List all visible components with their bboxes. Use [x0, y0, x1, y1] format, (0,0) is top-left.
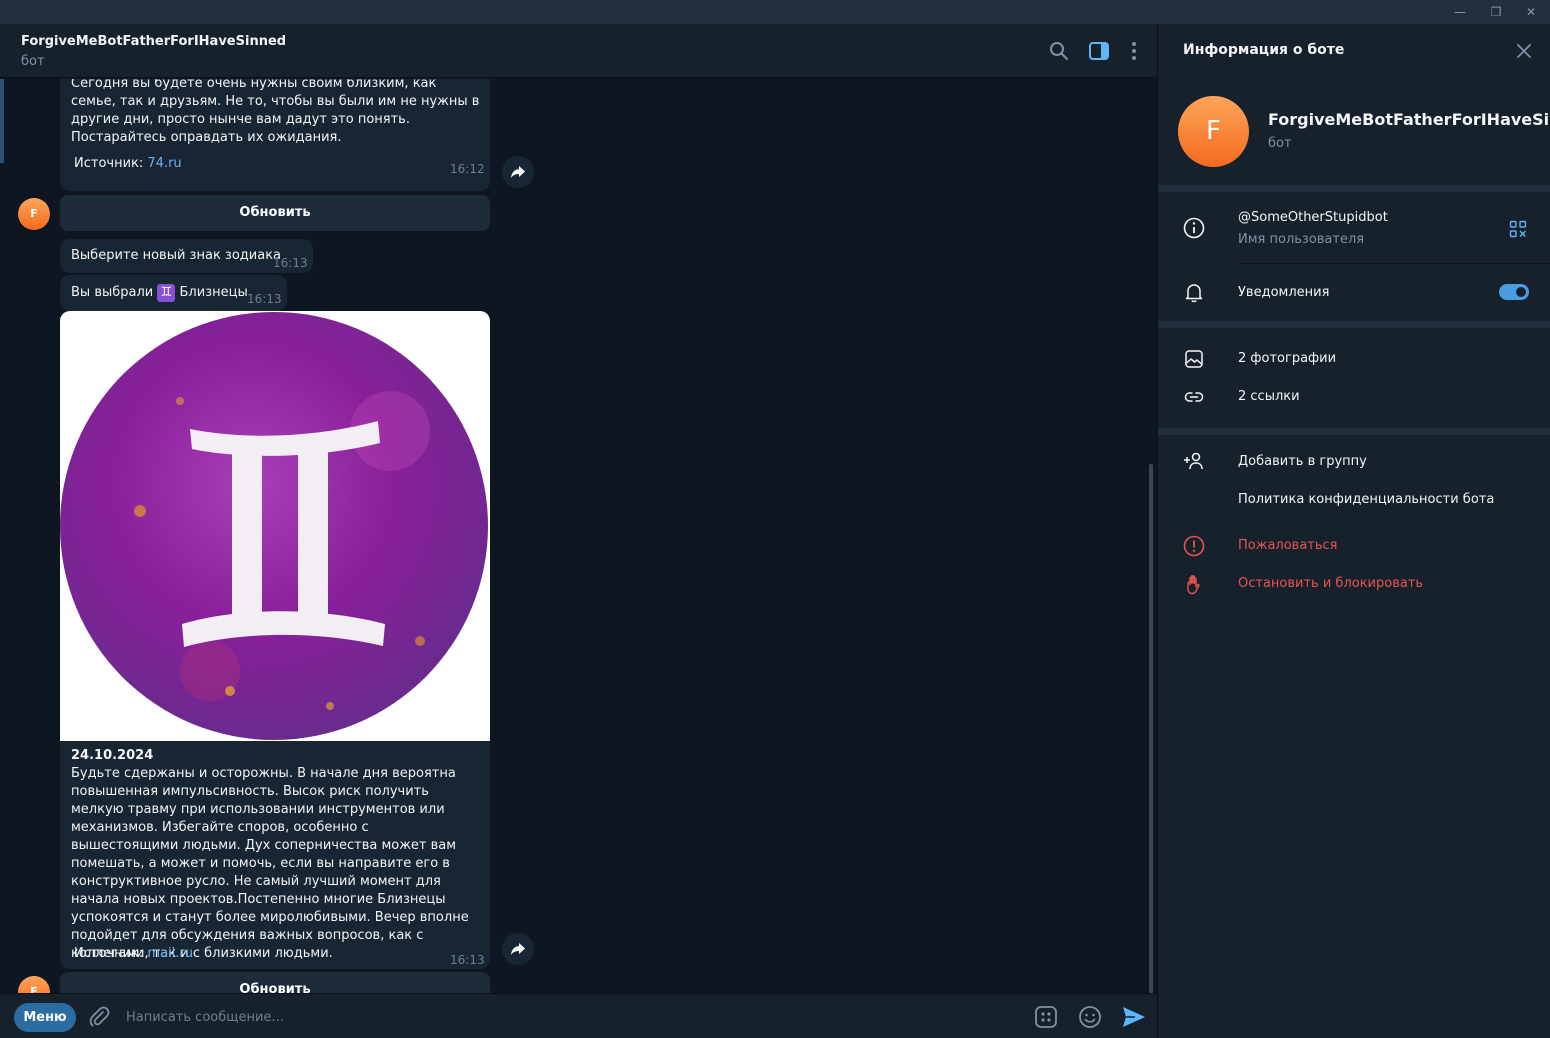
close-window-button[interactable]: ✕: [1518, 3, 1544, 21]
message-list[interactable]: Сегодня вы будете очень нужны своим близ…: [0, 79, 1157, 994]
bot-avatar[interactable]: F: [18, 976, 50, 994]
sidebar-toggle-icon[interactable]: [1088, 40, 1110, 62]
gemini-icon: ♊: [157, 284, 176, 302]
bot-avatar[interactable]: F: [18, 198, 50, 230]
refresh-button[interactable]: Обновить: [60, 972, 490, 994]
section-divider: [1158, 428, 1550, 435]
search-icon[interactable]: [1048, 40, 1070, 62]
source-link[interactable]: mail.ru: [147, 946, 193, 961]
zodiac-image[interactable]: [60, 311, 490, 741]
add-user-icon: [1184, 452, 1203, 470]
bot-menu-button[interactable]: Меню: [14, 1003, 76, 1032]
message-source: Источник: mail.ru: [74, 945, 193, 963]
chat-subtitle: бот: [21, 54, 45, 69]
row-separator: [1238, 263, 1550, 264]
attach-icon[interactable]: [86, 1004, 112, 1030]
add-to-group-item[interactable]: Добавить в группу: [1238, 454, 1367, 469]
photos-item[interactable]: 2 фотографии: [1238, 351, 1336, 366]
message-text: Вы выбрали ♊ Близнецы: [71, 284, 248, 302]
message-time: 16:13: [247, 292, 282, 306]
source-label: Источник:: [74, 156, 144, 171]
gemini-sign-illustration: [60, 312, 488, 740]
report-icon: [1183, 535, 1205, 557]
emoji-icon[interactable]: [1077, 1004, 1103, 1030]
report-item[interactable]: Пожаловаться: [1238, 538, 1338, 553]
section-divider: [1158, 321, 1550, 328]
section-divider: [1158, 185, 1550, 192]
link-icon: [1184, 392, 1204, 402]
photo-icon: [1185, 350, 1203, 368]
username-label: Имя пользователя: [1238, 232, 1365, 247]
info-icon: [1183, 217, 1205, 239]
message-input[interactable]: [126, 1004, 1006, 1030]
close-icon[interactable]: [1515, 42, 1533, 60]
window-titlebar: — ❐ ✕: [0, 0, 1550, 24]
notifications-label: Уведомления: [1238, 285, 1330, 300]
chat-title[interactable]: ForgiveMeBotFatherForIHaveSinned: [21, 34, 286, 49]
restore-button[interactable]: ❐: [1483, 3, 1509, 21]
refresh-button[interactable]: Обновить: [60, 195, 490, 231]
chat-header[interactable]: ForgiveMeBotFatherForIHaveSinned бот: [0, 24, 1157, 78]
privacy-policy-item[interactable]: Политика конфиденциальности бота: [1238, 492, 1494, 507]
stop-hand-icon: [1187, 575, 1200, 595]
more-menu-icon[interactable]: [1123, 40, 1145, 62]
message-text: Выберите новый знак зодиака: [71, 248, 282, 263]
message-bubble[interactable]: Вы выбрали ♊ Близнецы 16:13: [60, 275, 287, 311]
bot-username[interactable]: @SomeOtherStupidbot: [1238, 210, 1388, 225]
message-time: 16:12: [450, 162, 485, 176]
minimize-button[interactable]: —: [1447, 3, 1473, 21]
bot-profile-avatar[interactable]: F: [1178, 96, 1249, 167]
message-bubble[interactable]: Выберите новый знак зодиака 16:13: [60, 239, 313, 273]
message-time: 16:13: [450, 953, 485, 967]
chosen-prefix: Вы выбрали: [71, 285, 154, 300]
send-icon[interactable]: [1121, 1004, 1147, 1030]
qr-code-icon[interactable]: [1509, 220, 1527, 238]
notifications-toggle[interactable]: [1499, 284, 1529, 300]
share-icon[interactable]: [502, 933, 534, 965]
message-time: 16:13: [273, 256, 308, 270]
bell-icon: [1185, 284, 1203, 303]
message-bubble[interactable]: Сегодня вы будете очень нужны своим близ…: [60, 79, 490, 191]
panel-title: Информация о боте: [1183, 42, 1345, 58]
links-item[interactable]: 2 ссылки: [1238, 389, 1300, 404]
source-link[interactable]: 74.ru: [147, 156, 181, 171]
chat-area: ForgiveMeBotFatherForIHaveSinned бот Сег…: [0, 24, 1157, 1038]
photo-message[interactable]: 24.10.2024 Будьте сдержаны и осторожны. …: [60, 311, 490, 969]
horoscope-text: Будьте сдержаны и осторожны. В начале дн…: [71, 766, 469, 961]
block-item[interactable]: Остановить и блокировать: [1238, 576, 1423, 591]
bot-info-panel: Информация о боте F ForgiveMeBotFatherFo…: [1157, 24, 1550, 1038]
toggle-knob: [1514, 285, 1528, 299]
bot-status: бот: [1268, 136, 1292, 151]
horoscope-date: 24.10.2024: [71, 748, 154, 763]
source-label: Источник:: [74, 946, 144, 961]
message-source: Источник: 74.ru: [74, 155, 182, 173]
bot-name: ForgiveMeBotFatherForIHaveSin...: [1268, 110, 1550, 129]
message-text: Сегодня вы будете очень нужны своим близ…: [71, 79, 480, 145]
chat-scrollbar[interactable]: [1149, 464, 1153, 1014]
bot-commands-icon[interactable]: [1033, 1004, 1059, 1030]
chosen-sign-name: Близнецы: [179, 285, 248, 300]
message-composer: Меню: [0, 993, 1157, 1038]
share-icon[interactable]: [502, 156, 534, 188]
